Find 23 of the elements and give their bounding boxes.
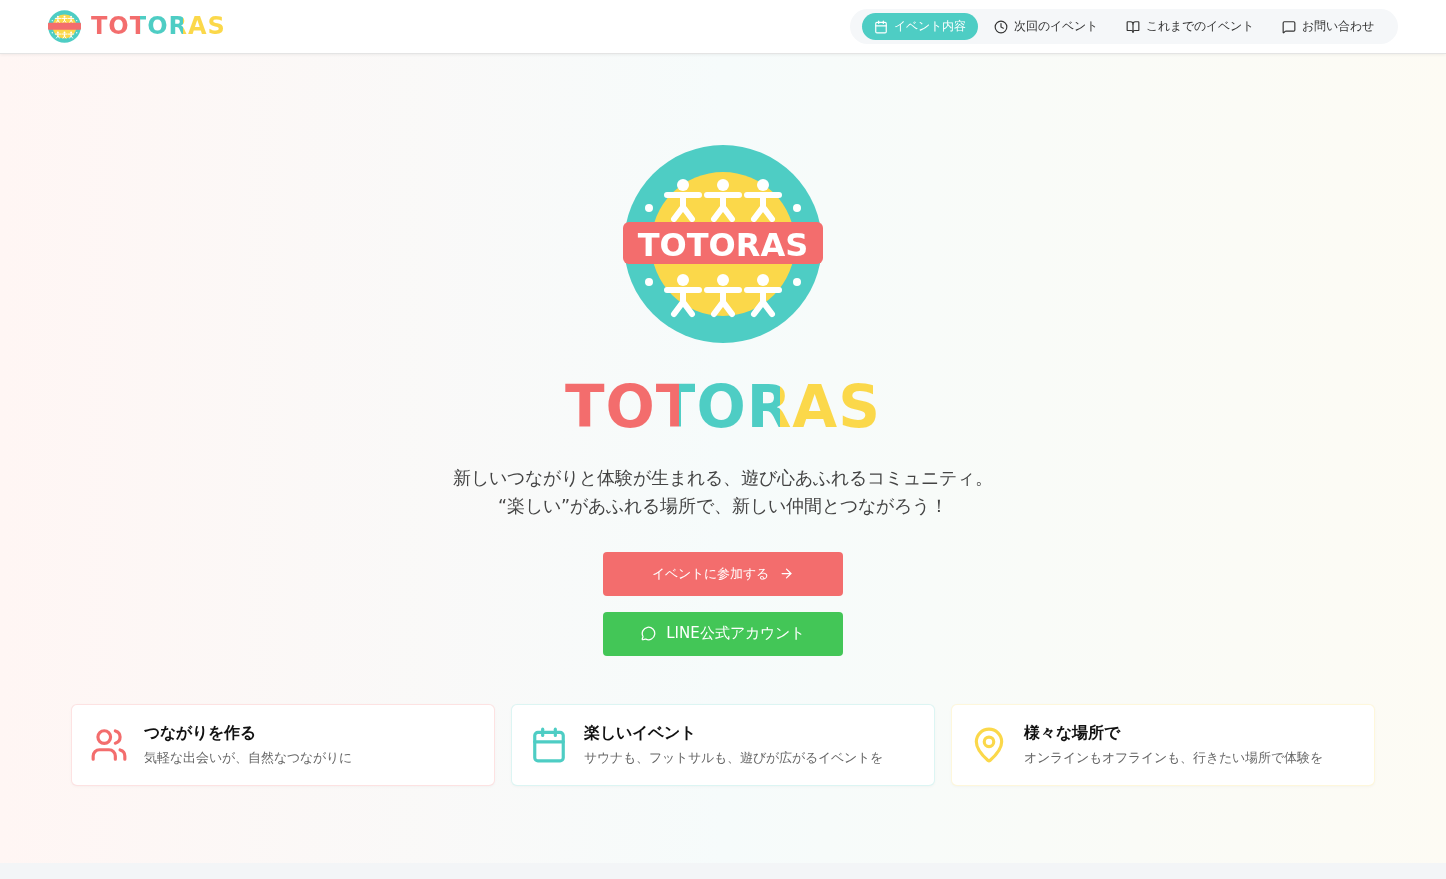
line-button[interactable]: LINE公式アカウント: [603, 611, 843, 656]
logo-badge: [48, 10, 81, 43]
arrow-right-icon: [779, 566, 794, 582]
clock-icon: [994, 19, 1008, 34]
feature-title: つながりを作る: [144, 722, 257, 744]
tagline: 新しいつながりと体験が生まれる、遊び心あふれるコミュニティ。: [453, 466, 993, 490]
nav-tab[interactable]: お問い合わせ: [1270, 13, 1386, 40]
feature-text: オンラインもオフラインも、行きたい場所で体験を: [1024, 749, 1323, 767]
speech-bubble-icon: [641, 626, 657, 642]
calendar-icon: [874, 19, 888, 34]
feature-title: 楽しいイベント: [584, 722, 697, 744]
tagline: “楽しい”があふれる場所で、新しい仲間とつながろう！: [496, 494, 950, 518]
hero-logo: TOTORAS: [623, 144, 823, 344]
feature-title: 様々な場所で: [1024, 722, 1122, 744]
speech-bubble-icon: [1282, 19, 1296, 34]
join-button[interactable]: イベントに参加する: [603, 551, 843, 596]
book-icon: [1126, 19, 1140, 34]
feature-text: サウナも、フットサルも、遊びが広がるイベントを: [584, 749, 883, 767]
nav-tab[interactable]: イベント内容: [862, 13, 978, 40]
nav-tab[interactable]: 次回のイベント: [982, 13, 1110, 40]
nav-tab[interactable]: これまでのイベント: [1114, 13, 1266, 40]
feature-text: 気軽な出会いが、自然なつながりに: [144, 749, 352, 767]
calendar-icon: [530, 725, 568, 764]
